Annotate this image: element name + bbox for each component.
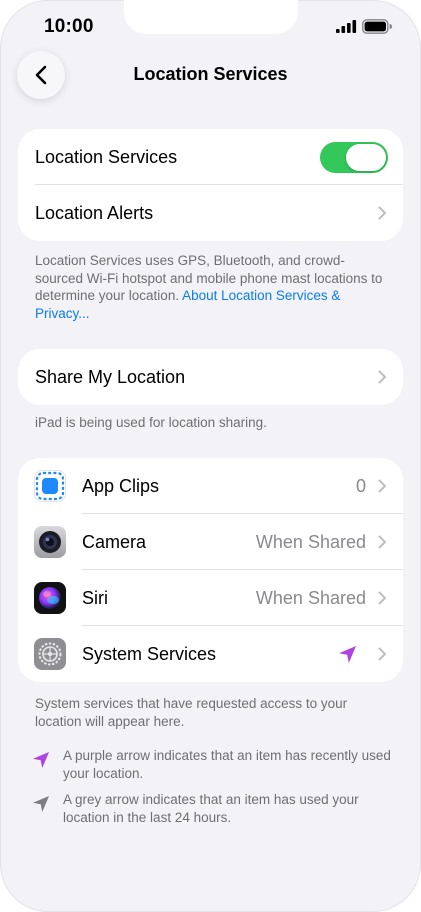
purple-arrow-legend: A purple arrow indicates that an item ha… bbox=[63, 748, 391, 781]
app-name: System Services bbox=[82, 643, 217, 664]
location-alerts-label: Location Alerts bbox=[35, 202, 154, 223]
page-title: Location Services bbox=[133, 64, 288, 84]
chevron-right-icon bbox=[378, 535, 386, 549]
share-location-note: iPad is being used for location sharing. bbox=[35, 415, 267, 430]
location-alerts-row[interactable]: Location Alerts bbox=[18, 185, 403, 241]
share-location-group: Share My Location bbox=[18, 349, 403, 405]
system-services-note: System services that have requested acce… bbox=[35, 696, 348, 729]
app-row-camera[interactable]: Camera When Shared bbox=[18, 514, 403, 570]
location-arrow-purple-icon bbox=[32, 751, 50, 769]
app-row-app-clips[interactable]: App Clips 0 bbox=[18, 458, 403, 514]
location-services-description: Location Services uses GPS, Bluetooth, a… bbox=[35, 252, 385, 322]
app-status: When Shared bbox=[255, 587, 366, 608]
chevron-right-icon bbox=[378, 479, 386, 493]
app-status: When Shared bbox=[255, 531, 366, 552]
battery-icon bbox=[362, 19, 393, 34]
app-name: App Clips bbox=[82, 475, 160, 496]
apps-group: App Clips 0 Camera When Shared Siri When… bbox=[18, 458, 403, 682]
chevron-right-icon bbox=[378, 591, 386, 605]
grey-arrow-legend: A grey arrow indicates that an item has … bbox=[63, 792, 359, 825]
share-my-location-row[interactable]: Share My Location bbox=[18, 349, 403, 405]
toggle-knob bbox=[346, 144, 386, 171]
siri-icon bbox=[34, 582, 66, 614]
chevron-right-icon bbox=[378, 370, 386, 384]
app-name: Siri bbox=[82, 587, 108, 608]
phone-screen: 10:00 Location Services Location Service… bbox=[0, 0, 421, 912]
app-status: 0 bbox=[355, 475, 366, 496]
camera-icon bbox=[34, 526, 66, 558]
status-time: 10:00 bbox=[44, 16, 94, 37]
share-my-location-label: Share My Location bbox=[35, 366, 186, 387]
chevron-right-icon bbox=[378, 206, 386, 220]
settings-gear-icon bbox=[34, 638, 66, 670]
location-services-toggle[interactable] bbox=[320, 142, 388, 173]
app-row-siri[interactable]: Siri When Shared bbox=[18, 570, 403, 626]
app-row-system-services[interactable]: System Services bbox=[18, 626, 403, 682]
app-name: Camera bbox=[82, 531, 147, 552]
chevron-right-icon bbox=[378, 647, 386, 661]
location-services-label: Location Services bbox=[35, 146, 178, 167]
location-settings-group: Location Services Location Alerts bbox=[18, 129, 403, 241]
app-clips-icon bbox=[34, 470, 66, 502]
notch bbox=[124, 0, 298, 34]
cellular-signal-icon bbox=[336, 20, 357, 33]
location-arrow-purple-icon bbox=[339, 646, 356, 663]
location-arrow-grey-icon bbox=[32, 795, 50, 813]
location-services-row: Location Services bbox=[18, 129, 403, 185]
